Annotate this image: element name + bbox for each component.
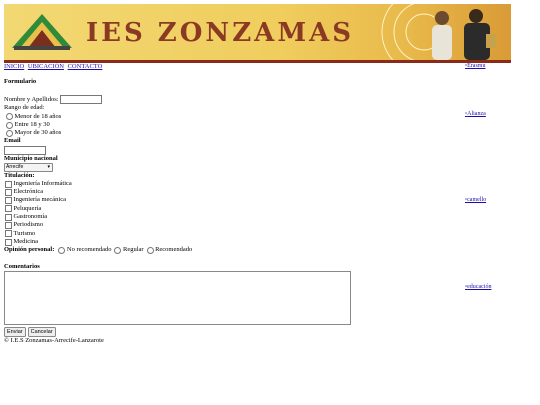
opinion-option-label: Recomendado [155, 246, 193, 254]
titulacion-option[interactable]: Periodismo [4, 221, 364, 229]
age-option[interactable]: Menor de 18 años [4, 113, 364, 121]
sidebar-link-alianza[interactable]: ▫Alianza [465, 111, 486, 117]
nav-link-inicio[interactable]: INICIO [4, 63, 24, 70]
titulacion-option-label: Gastronomía [13, 213, 48, 221]
main-nav: INICIO UBICACIÓN CONTACTO [4, 63, 104, 70]
titulacion-option-label: Ingeniería Informática [13, 179, 72, 187]
opinion-option-label: No recomendado [66, 246, 112, 254]
titulacion-option[interactable]: Gastronomía [4, 213, 364, 221]
municipio-select[interactable]: Arrecife ▾ [4, 163, 53, 172]
radio-icon[interactable] [58, 246, 66, 254]
form-actions: Enviar Cancelar [4, 326, 364, 337]
titulacion-option[interactable]: Ingeniería Informática [4, 180, 364, 188]
opinion-option-label: Regular [122, 246, 144, 254]
titulacion-option[interactable]: Ingeniería mecánica [4, 196, 364, 205]
comments-textarea[interactable] [4, 270, 351, 325]
checkbox-icon[interactable] [5, 188, 12, 196]
sidebar-link-label: camello [467, 197, 487, 203]
name-input[interactable] [59, 95, 102, 105]
titulacion-option-label: Electrónica [13, 188, 44, 196]
name-row: Nombre y Apellidos: [4, 95, 364, 105]
age-label: Rango de edad: [4, 104, 45, 112]
checkbox-icon[interactable] [5, 197, 12, 205]
age-option[interactable]: Entre 18 y 30 [4, 121, 364, 129]
form-heading: Formulario [4, 78, 37, 85]
opinion-label: Opinión personal: [4, 246, 55, 254]
sidebar-link-camello[interactable]: ▫camello [465, 197, 486, 203]
school-logo-icon [12, 14, 72, 50]
checkbox-icon[interactable] [5, 230, 12, 238]
titulacion-option-label: Ingeniería mecánica [13, 196, 67, 204]
submit-button[interactable]: Enviar [4, 326, 26, 337]
radio-icon[interactable] [6, 129, 13, 137]
titulacion-option-label: Periodismo [13, 221, 44, 229]
students-photo-icon [432, 9, 496, 60]
age-option-label: Menor de 18 años [14, 112, 62, 120]
radio-icon[interactable] [146, 246, 154, 254]
age-option-label: Mayor de 30 años [14, 129, 62, 137]
checkbox-icon[interactable] [5, 180, 12, 188]
comments-label: Comentarios [4, 262, 40, 270]
radio-icon[interactable] [6, 113, 13, 121]
age-option[interactable]: Mayor de 30 años [4, 129, 364, 137]
footer-copyright: © I.E.S Zonzamas-Arrecife-Lanzarote [4, 337, 104, 344]
municipio-selected-value: Arrecife [6, 164, 24, 171]
age-option-label: Entre 18 y 30 [14, 120, 50, 128]
header-banner: IES ZONZAMAS [4, 4, 511, 63]
nav-link-contacto[interactable]: CONTACTO [68, 63, 103, 70]
sidebar-link-label: Erasmu [467, 63, 486, 69]
titulacion-option-label: Medicina [13, 237, 39, 245]
cancel-button[interactable]: Cancelar [27, 326, 56, 337]
email-input[interactable] [4, 145, 46, 155]
sidebar-link-label: educación [467, 284, 492, 290]
radio-icon[interactable] [114, 246, 122, 254]
email-label: Email [4, 137, 21, 145]
radio-icon[interactable] [6, 121, 13, 129]
titulacion-option-label: Turismo [13, 229, 36, 237]
opinion-row: Opinión personal: No recomendado Regular… [4, 246, 364, 254]
sidebar-link-erasmus[interactable]: ▫Erasmu [465, 63, 485, 69]
checkbox-icon[interactable] [5, 213, 12, 221]
sidebar-link-label: Alianza [467, 111, 486, 117]
nav-link-ubicacion[interactable]: UBICACIÓN [28, 63, 64, 70]
sidebar-link-educacion[interactable]: ▫educación [465, 284, 491, 290]
checkbox-icon[interactable] [5, 205, 12, 213]
chevron-down-icon: ▾ [47, 164, 50, 171]
titulacion-option-label: Peluquería [13, 204, 42, 212]
titulacion-label: Titulación: [4, 171, 35, 179]
checkbox-icon[interactable] [5, 222, 12, 229]
checkbox-icon[interactable] [5, 238, 12, 246]
titulacion-option[interactable]: Peluquería [4, 205, 364, 213]
titulacion-option[interactable]: Turismo [4, 230, 364, 238]
name-label: Nombre y Apellidos: [4, 95, 59, 103]
titulacion-option[interactable]: Electrónica [4, 188, 364, 196]
municipio-label: Municipio nacional [4, 154, 58, 162]
titulacion-option[interactable]: Medicina [4, 238, 364, 246]
registration-form: Formulario Nombre y Apellidos: Rango de … [4, 78, 364, 337]
